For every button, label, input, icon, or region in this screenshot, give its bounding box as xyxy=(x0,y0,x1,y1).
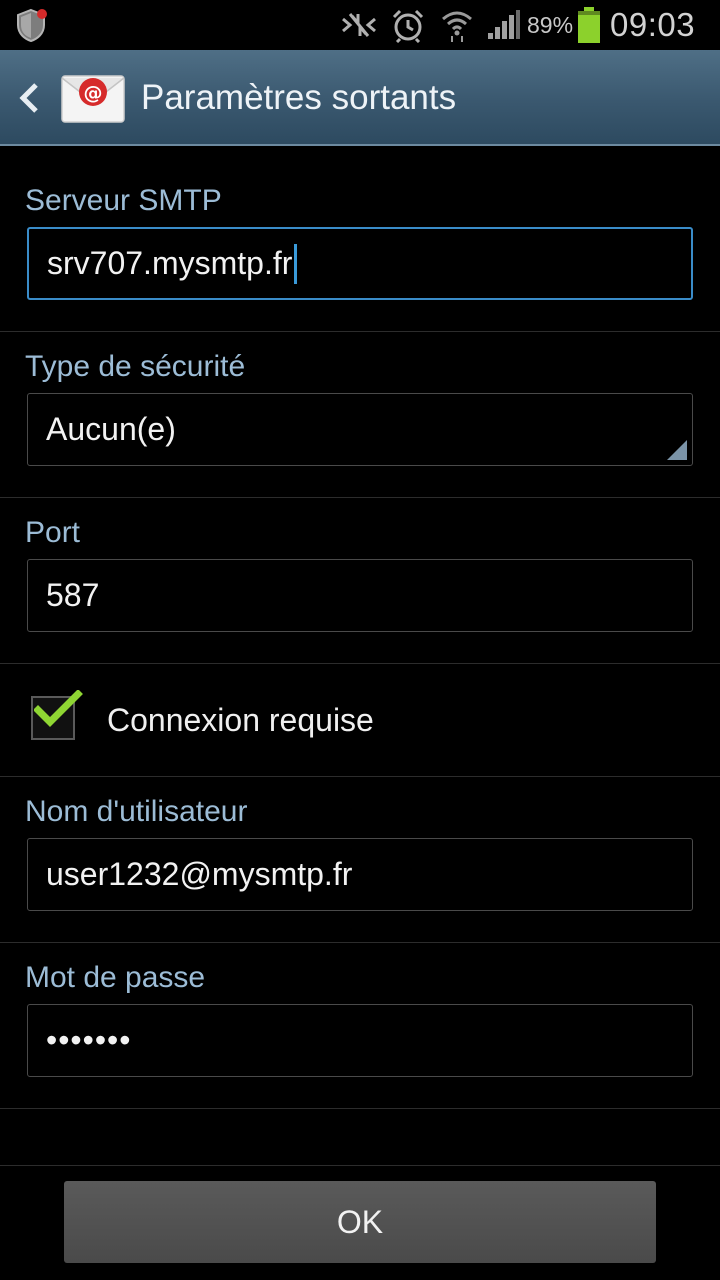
security-type-label: Type de sécurité xyxy=(25,350,246,383)
wifi-icon xyxy=(440,0,474,50)
smtp-server-value: srv707.mysmtp.fr xyxy=(47,245,293,281)
page-title: Paramètres sortants xyxy=(141,78,457,117)
status-bar: 89% 09:03 xyxy=(0,0,720,50)
alarm-icon xyxy=(390,0,426,50)
divider xyxy=(0,776,720,777)
action-bar: @ Paramètres sortants xyxy=(0,50,720,146)
clock: 09:03 xyxy=(610,6,696,43)
smtp-server-label: Serveur SMTP xyxy=(25,184,222,217)
username-input[interactable]: user1232@mysmtp.fr xyxy=(27,838,693,911)
screen: 89% 09:03 @ Paramètres sortants Serveur … xyxy=(0,0,720,1280)
divider xyxy=(0,331,720,332)
password-input[interactable]: ••••••• xyxy=(27,1004,693,1077)
password-label: Mot de passe xyxy=(25,961,206,994)
text-cursor xyxy=(294,243,298,284)
email-app-icon: @ xyxy=(60,68,126,128)
svg-text:@: @ xyxy=(84,82,103,104)
divider xyxy=(0,1108,720,1109)
port-value: 587 xyxy=(46,577,100,613)
chevron-left-icon xyxy=(18,82,40,119)
username-value: user1232@mysmtp.fr xyxy=(46,856,353,892)
dropdown-indicator-icon xyxy=(667,440,687,460)
security-type-select[interactable]: Aucun(e) xyxy=(27,393,693,466)
password-value: ••••••• xyxy=(46,1022,132,1058)
smtp-server-value-wrap: srv707.mysmtp.fr xyxy=(47,229,298,298)
back-button[interactable]: @ xyxy=(8,64,128,132)
divider xyxy=(0,1165,720,1166)
signal-icon xyxy=(487,0,521,50)
divider xyxy=(0,942,720,943)
nfc-mute-icon xyxy=(340,0,378,50)
battery-icon xyxy=(577,0,601,50)
login-required-row[interactable]: Connexion requise xyxy=(0,664,720,776)
checkmark-icon xyxy=(33,689,84,735)
battery-percent: 89% xyxy=(527,11,574,38)
divider xyxy=(0,497,720,498)
shield-notification-icon xyxy=(14,0,48,50)
login-required-label: Connexion requise xyxy=(107,702,374,738)
username-label: Nom d'utilisateur xyxy=(25,795,248,828)
security-type-value: Aucun(e) xyxy=(46,411,176,447)
port-label: Port xyxy=(25,516,81,549)
smtp-server-input[interactable]: srv707.mysmtp.fr xyxy=(27,227,693,300)
ok-button[interactable]: OK xyxy=(64,1181,656,1263)
port-input[interactable]: 587 xyxy=(27,559,693,632)
